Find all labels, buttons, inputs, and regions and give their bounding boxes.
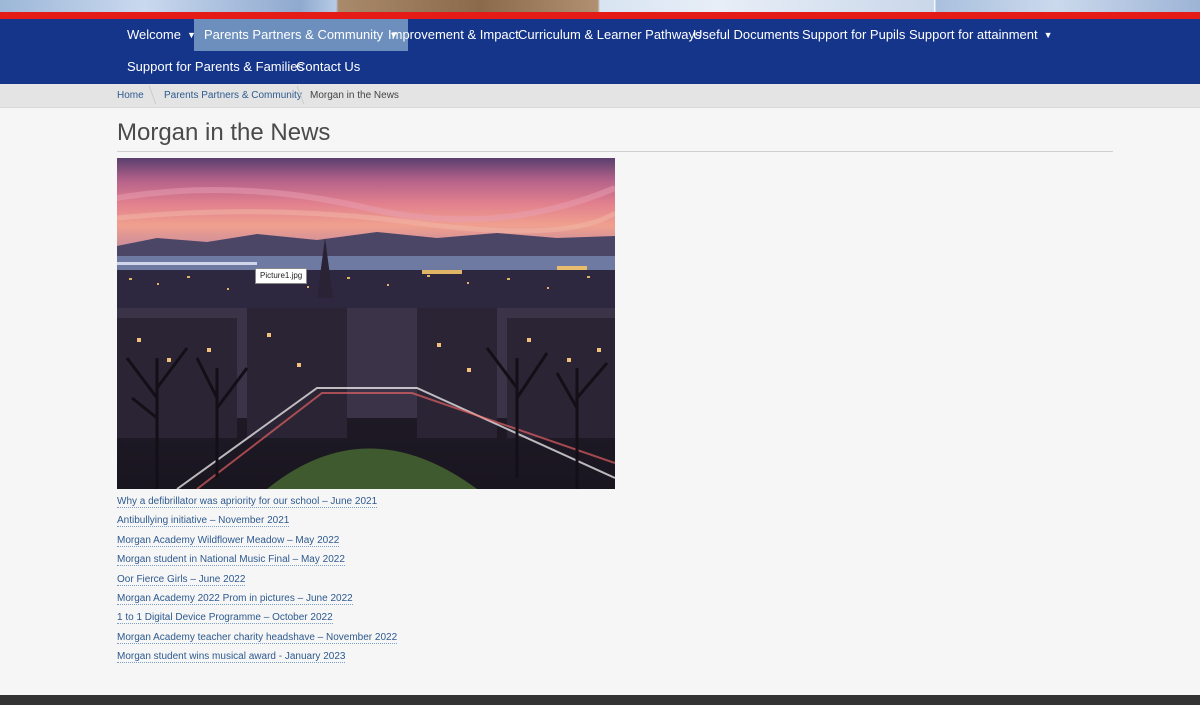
- header-banner-image: [0, 0, 1200, 12]
- news-link[interactable]: Antibullying initiative – November 2021: [117, 514, 397, 533]
- news-link[interactable]: 1 to 1 Digital Device Programme – Octobe…: [117, 611, 397, 630]
- nav-item-support-for-attainment[interactable]: Support for attainment ▼: [899, 19, 1063, 51]
- city-night-photo-illustration: [117, 158, 615, 489]
- nav-item-curriculum-learner-pathways[interactable]: Curriculum & Learner Pathways: [508, 19, 712, 51]
- nav-item-label: Support for Parents & Families: [127, 59, 305, 74]
- breadcrumb-current: Morgan in the News: [310, 90, 399, 101]
- nav-item-support-for-parents-families[interactable]: Support for Parents & Families: [117, 51, 314, 83]
- nav-item-label: Welcome: [127, 27, 181, 42]
- nav-item-contact-us[interactable]: Contact Us: [286, 51, 370, 83]
- city-night-photo: [117, 158, 615, 489]
- nav-item-support-for-pupils[interactable]: Support for Pupils: [792, 19, 915, 51]
- news-link[interactable]: Oor Fierce Girls – June 2022: [117, 573, 397, 592]
- news-link[interactable]: Morgan student in National Music Final –…: [117, 553, 397, 572]
- nav-item-welcome[interactable]: Welcome ▼: [117, 19, 206, 51]
- image-tooltip: Picture1.jpg: [255, 268, 308, 284]
- nav-item-label: Support for Pupils: [802, 27, 906, 42]
- page-title: Morgan in the News: [117, 119, 331, 146]
- nav-item-label: Contact Us: [296, 59, 361, 74]
- news-link[interactable]: Morgan Academy teacher charity headshave…: [117, 631, 398, 650]
- main-navigation: Welcome ▼ Parents Partners & Community ▼ I…: [0, 19, 1200, 84]
- nav-item-parents-partners-community[interactable]: Parents Partners & Community ▼: [194, 19, 409, 51]
- news-link[interactable]: Morgan Academy Wildflower Meadow – May 2…: [117, 534, 397, 553]
- news-link[interactable]: Morgan Academy 2022 Prom in pictures – J…: [117, 592, 397, 611]
- news-link[interactable]: Why a defibrillator was apriority for ou…: [117, 495, 397, 514]
- nav-item-label: Support for attainment: [909, 27, 1038, 42]
- breadcrumb: Home Parents Partners & Community Morgan…: [0, 84, 1200, 108]
- page-footer: [0, 695, 1200, 705]
- nav-item-useful-documents[interactable]: Useful Documents: [683, 19, 809, 51]
- news-link[interactable]: Morgan student wins musical award - Janu…: [117, 650, 397, 669]
- header-red-stripe: [0, 12, 1200, 19]
- nav-item-improvement-impact[interactable]: Improvement & Impact: [378, 19, 529, 51]
- breadcrumb-section-link[interactable]: Parents Partners & Community: [164, 84, 302, 107]
- nav-item-label: Curriculum & Learner Pathways: [518, 27, 702, 42]
- dropdown-caret-icon: ▼: [1043, 30, 1053, 40]
- nav-item-label: Improvement & Impact: [388, 27, 519, 42]
- title-divider: [117, 151, 1113, 152]
- nav-item-label: Useful Documents: [693, 27, 800, 42]
- news-links-list: Why a defibrillator was apriority for ou…: [117, 495, 398, 670]
- breadcrumb-home-link[interactable]: Home: [117, 84, 144, 107]
- nav-item-label: Parents Partners & Community: [204, 27, 384, 42]
